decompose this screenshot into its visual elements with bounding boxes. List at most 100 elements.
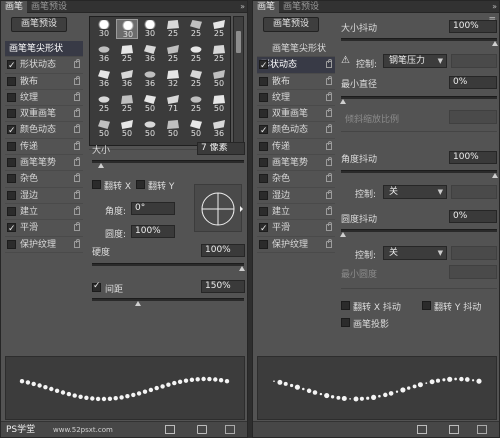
sidebar-item-brush-pose[interactable]: 画笔笔势 — [5, 155, 83, 172]
sidebar-item-smoothing[interactable]: 平滑 — [257, 220, 335, 237]
brush-tip-cell[interactable]: 32 — [162, 69, 184, 89]
sidebar-item-build-up[interactable]: 建立 — [257, 204, 335, 221]
sidebar-item-smoothing[interactable]: 平滑 — [5, 220, 83, 237]
sidebar-item-shape-dynamics[interactable]: 形状动态 — [5, 57, 83, 74]
lock-icon[interactable] — [74, 157, 80, 167]
sidebar-item-scattering[interactable]: 散布 — [5, 74, 83, 90]
sidebar-item-dual-brush[interactable]: 双重画笔 — [5, 106, 83, 123]
hardness-slider[interactable] — [92, 263, 245, 271]
scrollbar-thumb[interactable] — [236, 31, 241, 53]
sidebar-item-wet-edges[interactable]: 湿边 — [5, 188, 83, 204]
lock-icon[interactable] — [326, 238, 332, 248]
lock-icon[interactable] — [74, 140, 80, 150]
brush-tip-cell[interactable]: 25 — [208, 44, 230, 64]
lock-icon[interactable] — [326, 173, 332, 183]
brush-tip-cell[interactable]: 25 — [185, 69, 207, 89]
brush-projection-checkbox[interactable] — [341, 318, 350, 327]
flip-y-jitter-checkbox[interactable] — [422, 301, 431, 310]
checkbox[interactable] — [7, 141, 16, 151]
collapse-icon[interactable]: » — [240, 1, 245, 13]
sidebar-item-texture[interactable]: 纹理 — [257, 90, 335, 107]
lock-icon[interactable] — [326, 108, 332, 118]
lock-icon[interactable] — [326, 59, 332, 69]
lock-icon[interactable] — [74, 238, 80, 248]
brush-tip-cell[interactable]: 36 — [139, 44, 161, 64]
size-slider-thumb[interactable] — [98, 163, 105, 168]
brush-tip-cell[interactable]: 36 — [93, 69, 115, 89]
checkbox[interactable] — [259, 206, 268, 216]
lock-icon[interactable] — [326, 124, 332, 134]
sidebar-item-transfer[interactable]: 传递 — [5, 139, 83, 156]
lock-icon[interactable] — [74, 59, 80, 69]
new-preset-icon[interactable] — [449, 425, 459, 434]
brush-tip-cell[interactable]: 36 — [116, 69, 138, 89]
spacing-slider-thumb[interactable] — [135, 301, 142, 306]
size-jitter-slider[interactable] — [341, 38, 498, 46]
lock-icon[interactable] — [74, 108, 80, 118]
brush-tip-cell[interactable]: 25 — [185, 94, 207, 114]
brush-tip-cell[interactable]: 71 — [162, 94, 184, 114]
lock-icon[interactable] — [326, 222, 332, 232]
lock-icon[interactable] — [74, 173, 80, 183]
lock-icon[interactable] — [326, 205, 332, 215]
sidebar-item-brush-pose[interactable]: 画笔笔势 — [257, 155, 335, 172]
brush-tip-cell[interactable]: 50 — [185, 119, 207, 139]
tab-brush[interactable]: 画笔 — [1, 1, 28, 13]
brush-tip-cell[interactable]: 30 — [93, 19, 115, 39]
sidebar-item-wet-edges[interactable]: 湿边 — [257, 188, 335, 204]
checkbox[interactable] — [259, 92, 268, 102]
checkbox[interactable] — [7, 92, 16, 102]
brush-tip-cell[interactable]: 25 — [93, 94, 115, 114]
angle-jitter-field[interactable]: 100% — [449, 151, 497, 164]
hardness-field[interactable]: 100% — [201, 244, 245, 257]
sidebar-item-texture[interactable]: 纹理 — [5, 90, 83, 107]
roundness-field[interactable]: 100% — [131, 225, 175, 238]
brush-tip-cell[interactable]: 30 — [139, 19, 161, 39]
delete-icon[interactable] — [225, 425, 235, 434]
size-field[interactable]: 7 像素 — [197, 142, 245, 155]
sidebar-item-scattering[interactable]: 散布 — [257, 74, 335, 90]
checkbox[interactable] — [259, 123, 268, 139]
brush-tip-cell[interactable]: 50 — [93, 119, 115, 139]
roundness-jitter-field[interactable]: 0% — [449, 210, 497, 223]
brush-tip-cell[interactable]: 25 — [208, 19, 230, 39]
brush-tip-cell[interactable]: 25 — [116, 94, 138, 114]
flip-y-checkbox[interactable] — [136, 180, 145, 189]
roundness-jitter-thumb[interactable] — [340, 232, 346, 237]
collapse-icon[interactable]: » — [492, 1, 497, 13]
spacing-field[interactable]: 150% — [201, 280, 245, 293]
flip-x-checkbox[interactable] — [92, 180, 101, 189]
size-jitter-thumb[interactable] — [492, 41, 498, 46]
checkbox[interactable] — [7, 206, 16, 216]
checkbox[interactable] — [259, 158, 268, 168]
lock-icon[interactable] — [326, 75, 332, 85]
roundness-jitter-slider[interactable] — [340, 229, 497, 237]
sidebar-item-color-dynamics[interactable]: 颜色动态 — [5, 122, 83, 139]
lock-icon[interactable] — [74, 75, 80, 85]
brush-tip-cell[interactable]: 25 — [162, 19, 184, 39]
brush-tip-cell[interactable]: 25 — [116, 44, 138, 64]
checkbox[interactable] — [7, 221, 16, 237]
brush-tip-cell[interactable]: 50 — [139, 119, 161, 139]
checkbox[interactable] — [259, 109, 268, 119]
control-dropdown[interactable]: 钢笔压力 ▼ — [383, 54, 447, 68]
brush-presets-button[interactable]: 画笔预设 — [11, 17, 67, 32]
angle-jitter-thumb[interactable] — [492, 173, 498, 178]
checkbox[interactable] — [7, 58, 16, 74]
brush-tip-cell[interactable]: 50 — [139, 94, 161, 114]
angle-jitter-slider[interactable] — [341, 170, 498, 178]
brush-tip-cell[interactable]: 50 — [162, 119, 184, 139]
checkbox[interactable] — [7, 109, 16, 119]
size-jitter-field[interactable]: 100% — [449, 20, 497, 33]
checkbox[interactable] — [259, 174, 268, 184]
hardness-slider-thumb[interactable] — [239, 266, 245, 271]
brush-tip-cell[interactable]: 50 — [208, 94, 230, 114]
min-diameter-thumb[interactable] — [340, 99, 346, 104]
lock-icon[interactable] — [326, 189, 332, 199]
lock-icon[interactable] — [326, 91, 332, 101]
brush-tip-cell[interactable]: 25 — [162, 44, 184, 64]
lock-icon[interactable] — [326, 140, 332, 150]
checkbox[interactable] — [259, 190, 268, 200]
angle-field[interactable]: 0° — [131, 202, 175, 215]
brush-grid-scrollbar[interactable] — [233, 16, 244, 146]
